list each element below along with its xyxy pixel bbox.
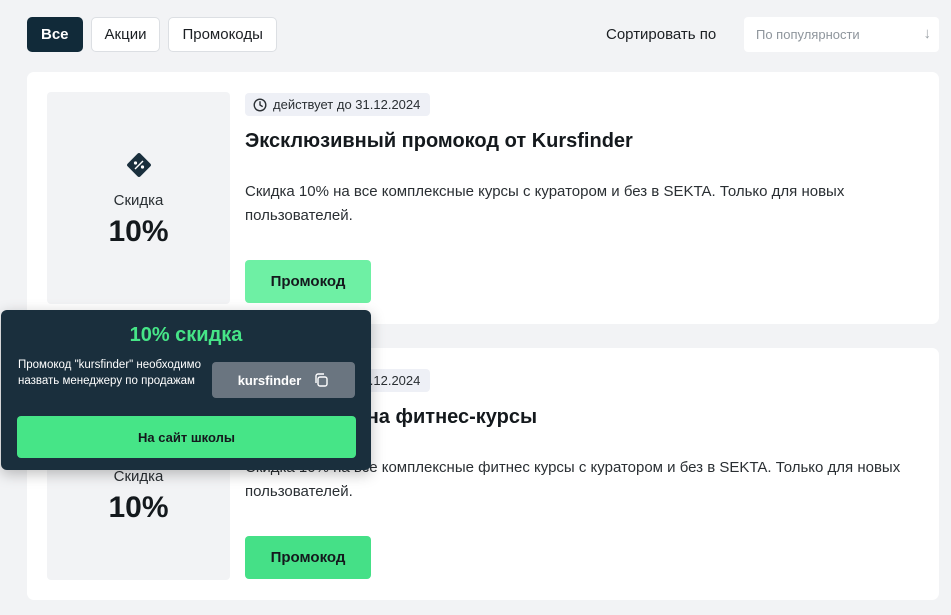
filter-chips: Все Акции Промокоды <box>27 17 277 52</box>
popup-title: 10% скидка <box>129 324 243 346</box>
filter-sales-button[interactable]: Акции <box>90 17 161 52</box>
copy-icon <box>315 373 328 387</box>
offer-description: Скидка 10% на все комплексные курсы с ку… <box>245 183 845 224</box>
filter-promocodes-button[interactable]: Промокоды <box>168 17 277 52</box>
discount-label: Скидка <box>113 191 164 209</box>
discount-tag-icon <box>126 152 151 177</box>
promo-code-text: kursfinder <box>237 372 302 388</box>
promocode-button[interactable]: Промокод <box>245 260 371 303</box>
validity-text: действует до 31.12.2024 <box>273 97 421 112</box>
clock-icon <box>253 97 267 112</box>
validity-badge: действует до 31.12.2024 <box>245 93 431 116</box>
promocode-button[interactable]: Промокод <box>245 536 371 579</box>
offer-title: Эксклюзивный промокод от Kursfinder <box>245 130 633 152</box>
offer-card: Скидка 10% действует до 31.12.2024 Экскл… <box>27 72 939 324</box>
discount-value: 10% <box>108 214 169 248</box>
sort-label: Сортировать по <box>606 26 717 43</box>
promocode-popup: 10% скидка Промокод "kursfinder" необход… <box>1 310 371 470</box>
go-to-school-button[interactable]: На сайт школы <box>17 416 356 458</box>
filter-all-button[interactable]: Все <box>27 17 83 52</box>
discount-box: Скидка 10% <box>47 92 230 304</box>
sort-select[interactable]: По популярности ↓ <box>744 17 939 52</box>
popup-instructions: Промокод "kursfinder" необходимо назвать… <box>18 359 201 387</box>
sort-select-value: По популярности <box>756 27 860 42</box>
arrow-down-icon: ↓ <box>923 25 932 42</box>
discount-value: 10% <box>108 490 169 524</box>
copy-code-button[interactable]: kursfinder <box>212 362 355 398</box>
discount-label: Скидка <box>113 467 164 485</box>
